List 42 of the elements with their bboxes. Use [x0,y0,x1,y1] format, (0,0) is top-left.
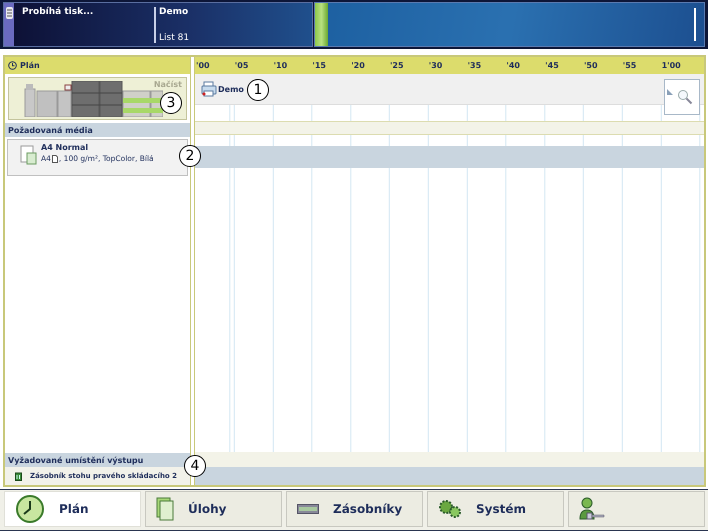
time-tick: '45 [544,61,560,70]
time-tick: '55 [622,61,638,70]
sheet-count: List 81 [159,33,190,43]
progress-indicator [315,3,328,46]
job-name: Demo [159,7,190,17]
printing-status: Probíhá tisk... [21,6,94,19]
printer-queue-icon [4,6,14,20]
gears-icon [438,499,462,519]
corner-triangle-icon [667,89,673,95]
media-name: A4 Normal [41,143,90,152]
paper-stack-icon [20,143,37,165]
print-job-icon [201,81,217,97]
nav-tab[interactable]: Zásobníky [286,491,423,527]
tray-icon [297,504,319,514]
output-tray-icon [15,472,22,480]
magnifier-icon [677,89,693,105]
time-tick: 1'00 [660,61,682,70]
job-label[interactable]: Demo [218,84,244,94]
page-icon [52,154,58,162]
media-header: Požadovaná média [5,123,190,137]
nav-tab[interactable] [568,491,705,527]
time-tick: '20 [350,61,366,70]
nav-tab[interactable]: Plán [4,491,141,527]
clock-icon [15,494,45,524]
time-tick: '30 [428,61,444,70]
nav-tab[interactable]: Úlohy [145,491,282,527]
time-tick: '00 [195,61,211,70]
time-tick: '05 [234,61,250,70]
time-tick: '10 [272,61,288,70]
time-tick: '15 [311,61,327,70]
panel-title: Plán [20,61,40,70]
nav-tab[interactable]: Systém [427,491,564,527]
time-tick: '25 [388,61,405,70]
output-header: Vyžadované umístění výstupu [5,453,190,467]
user-key-icon [579,497,605,521]
time-tick: '50 [582,61,599,70]
time-tick: '35 [466,61,482,70]
load-label: Načíst [154,80,182,89]
time-tick: '40 [505,61,521,70]
document-icon [156,497,174,521]
clock-icon [8,61,17,70]
zoom-button[interactable] [664,79,700,115]
